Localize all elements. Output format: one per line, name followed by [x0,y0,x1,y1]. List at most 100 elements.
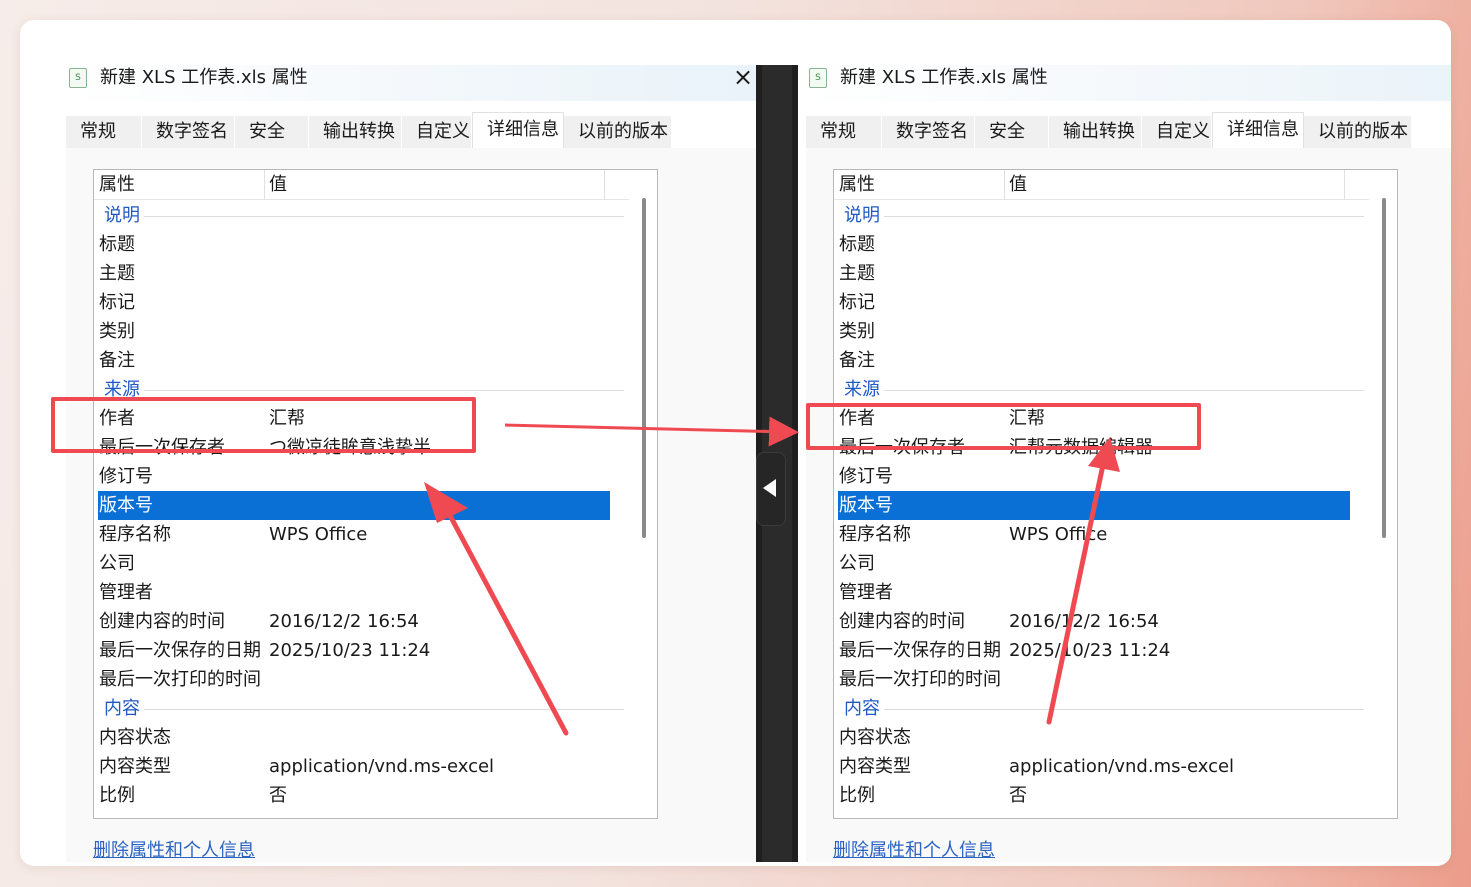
tab-custom[interactable]: 自定义 [402,116,472,148]
property-name: 比例 [99,785,135,806]
property-value: 2016/12/2 16:54 [1009,611,1159,632]
property-row[interactable]: 版本号 [838,491,1350,520]
property-row[interactable]: 最后一次保存的日期 2025/10/23 11:24 [94,636,606,665]
property-row[interactable]: 标记 [834,288,1346,317]
column-separator[interactable] [1004,170,1005,200]
property-row[interactable]: 程序名称 WPS Office [94,520,606,549]
properties-dialog-right: S 新建 XLS 工作表.xls 属性 常规 数字签名 安全 输出转换 自定义 … [806,65,1451,862]
property-row[interactable]: 修订号 [834,462,1346,491]
property-row[interactable]: 修订号 [94,462,606,491]
property-row[interactable]: 程序名称 WPS Office [834,520,1346,549]
property-name: 类别 [839,321,875,342]
property-value: 2025/10/23 11:24 [269,640,431,661]
group-header[interactable]: 说明 [834,201,1364,230]
property-row[interactable]: 管理者 [94,578,606,607]
property-name: 类别 [99,321,135,342]
property-value: 否 [1009,785,1027,806]
property-row[interactable]: 版本号 [98,491,610,520]
property-row[interactable]: 创建内容的时间 2016/12/2 16:54 [94,607,606,636]
property-row[interactable]: 公司 [834,549,1346,578]
property-row[interactable]: 公司 [94,549,606,578]
property-name: 内容状态 [839,727,911,748]
column-separator[interactable] [264,170,265,200]
property-name: 最后一次保存的日期 [839,640,1001,661]
property-name: 备注 [99,350,135,371]
tab-details[interactable]: 详细信息 [1212,112,1304,148]
column-header-value[interactable]: 值 [269,173,287,197]
property-row[interactable]: 比例 否 [834,781,1346,810]
group-label: 说明 [104,205,140,226]
tab-digital-signature[interactable]: 数字签名 [142,116,235,148]
property-row[interactable]: 备注 [94,346,606,375]
property-row[interactable]: 管理者 [834,578,1346,607]
tab-general[interactable]: 常规 [66,116,142,148]
property-row[interactable]: 类别 [94,317,606,346]
property-row[interactable]: 类别 [834,317,1346,346]
property-row[interactable]: 内容类型 application/vnd.ms-excel [94,752,606,781]
property-name: 修订号 [839,466,893,487]
remove-properties-link[interactable]: 删除属性和个人信息 [93,839,255,862]
tab-previous-versions[interactable]: 以前的版本 [564,116,672,148]
property-row[interactable]: 内容类型 application/vnd.ms-excel [834,752,1346,781]
property-row[interactable]: 内容状态 [834,723,1346,752]
group-header[interactable]: 内容 [94,694,624,723]
tab-digital-signature[interactable]: 数字签名 [882,116,975,148]
divider-handle[interactable] [756,452,786,526]
tab-details[interactable]: 详细信息 [472,112,564,148]
column-header-property[interactable]: 属性 [99,173,135,197]
property-row[interactable]: 主题 [834,259,1346,288]
property-name: 标题 [839,234,875,255]
scrollbar-thumb[interactable] [642,198,646,538]
property-row[interactable]: 主题 [94,259,606,288]
tab-security[interactable]: 安全 [975,116,1049,148]
group-label: 来源 [844,379,880,400]
property-value: 2016/12/2 16:54 [269,611,419,632]
property-row[interactable]: 内容状态 [94,723,606,752]
tab-security[interactable]: 安全 [235,116,309,148]
remove-properties-link[interactable]: 删除属性和个人信息 [833,839,995,862]
property-row[interactable]: 创建内容的时间 2016/12/2 16:54 [834,607,1346,636]
group-divider [884,216,1364,217]
group-divider [144,390,624,391]
property-row[interactable]: 最后一次打印的时间 [834,665,1346,694]
group-header[interactable]: 说明 [94,201,624,230]
group-label: 说明 [844,205,880,226]
tab-output-conversion[interactable]: 输出转换 [1049,116,1142,148]
property-row[interactable]: 标记 [94,288,606,317]
property-list[interactable]: 属性 值 说明 标题 主题 标记 类别 备注 来源 作者 汇帮 最后一次保存者 つ微凉徒眸意浅挚半修… [93,169,658,819]
property-row[interactable]: 标题 [94,230,606,259]
group-header[interactable]: 来源 [834,375,1364,404]
tab-general[interactable]: 常规 [806,116,882,148]
property-name: 最后一次打印的时间 [99,669,261,690]
spreadsheet-file-icon: S [69,68,87,88]
property-row[interactable]: 比例 否 [94,781,606,810]
window-title: 新建 XLS 工作表.xls 属性 [100,67,308,88]
property-value: application/vnd.ms-excel [269,756,495,777]
group-header[interactable]: 内容 [834,694,1364,723]
property-value: WPS Office [269,524,368,545]
highlight-box-right [806,403,1201,450]
property-list[interactable]: 属性 值 说明 标题 主题 标记 类别 备注 来源 作者 汇帮 最后一次保存者 汇帮元数据编辑器 修订… [833,169,1398,819]
property-value: 2025/10/23 11:24 [1009,640,1171,661]
spreadsheet-file-icon: S [809,68,827,88]
tab-custom[interactable]: 自定义 [1142,116,1212,148]
column-header-property[interactable]: 属性 [839,173,875,197]
title-bar: S 新建 XLS 工作表.xls 属性 × [66,65,756,101]
column-separator[interactable] [604,170,605,200]
scrollbar-thumb[interactable] [1382,198,1386,538]
property-name: 管理者 [839,582,893,603]
property-value: WPS Office [1009,524,1108,545]
close-button[interactable]: × [730,65,756,91]
tab-output-conversion[interactable]: 输出转换 [309,116,402,148]
tab-bar: 常规 数字签名 安全 输出转换 自定义 详细信息 以前的版本 [66,112,756,148]
property-row[interactable]: 最后一次保存的日期 2025/10/23 11:24 [834,636,1346,665]
tab-previous-versions[interactable]: 以前的版本 [1304,116,1412,148]
column-header-value[interactable]: 值 [1009,173,1027,197]
column-separator[interactable] [1344,170,1345,200]
property-name: 公司 [99,553,135,574]
tab-bar: 常规 数字签名 安全 输出转换 自定义 详细信息 以前的版本 [806,112,1451,148]
property-row[interactable]: 标题 [834,230,1346,259]
property-name: 版本号 [99,495,153,516]
property-row[interactable]: 最后一次打印的时间 [94,665,606,694]
property-row[interactable]: 备注 [834,346,1346,375]
